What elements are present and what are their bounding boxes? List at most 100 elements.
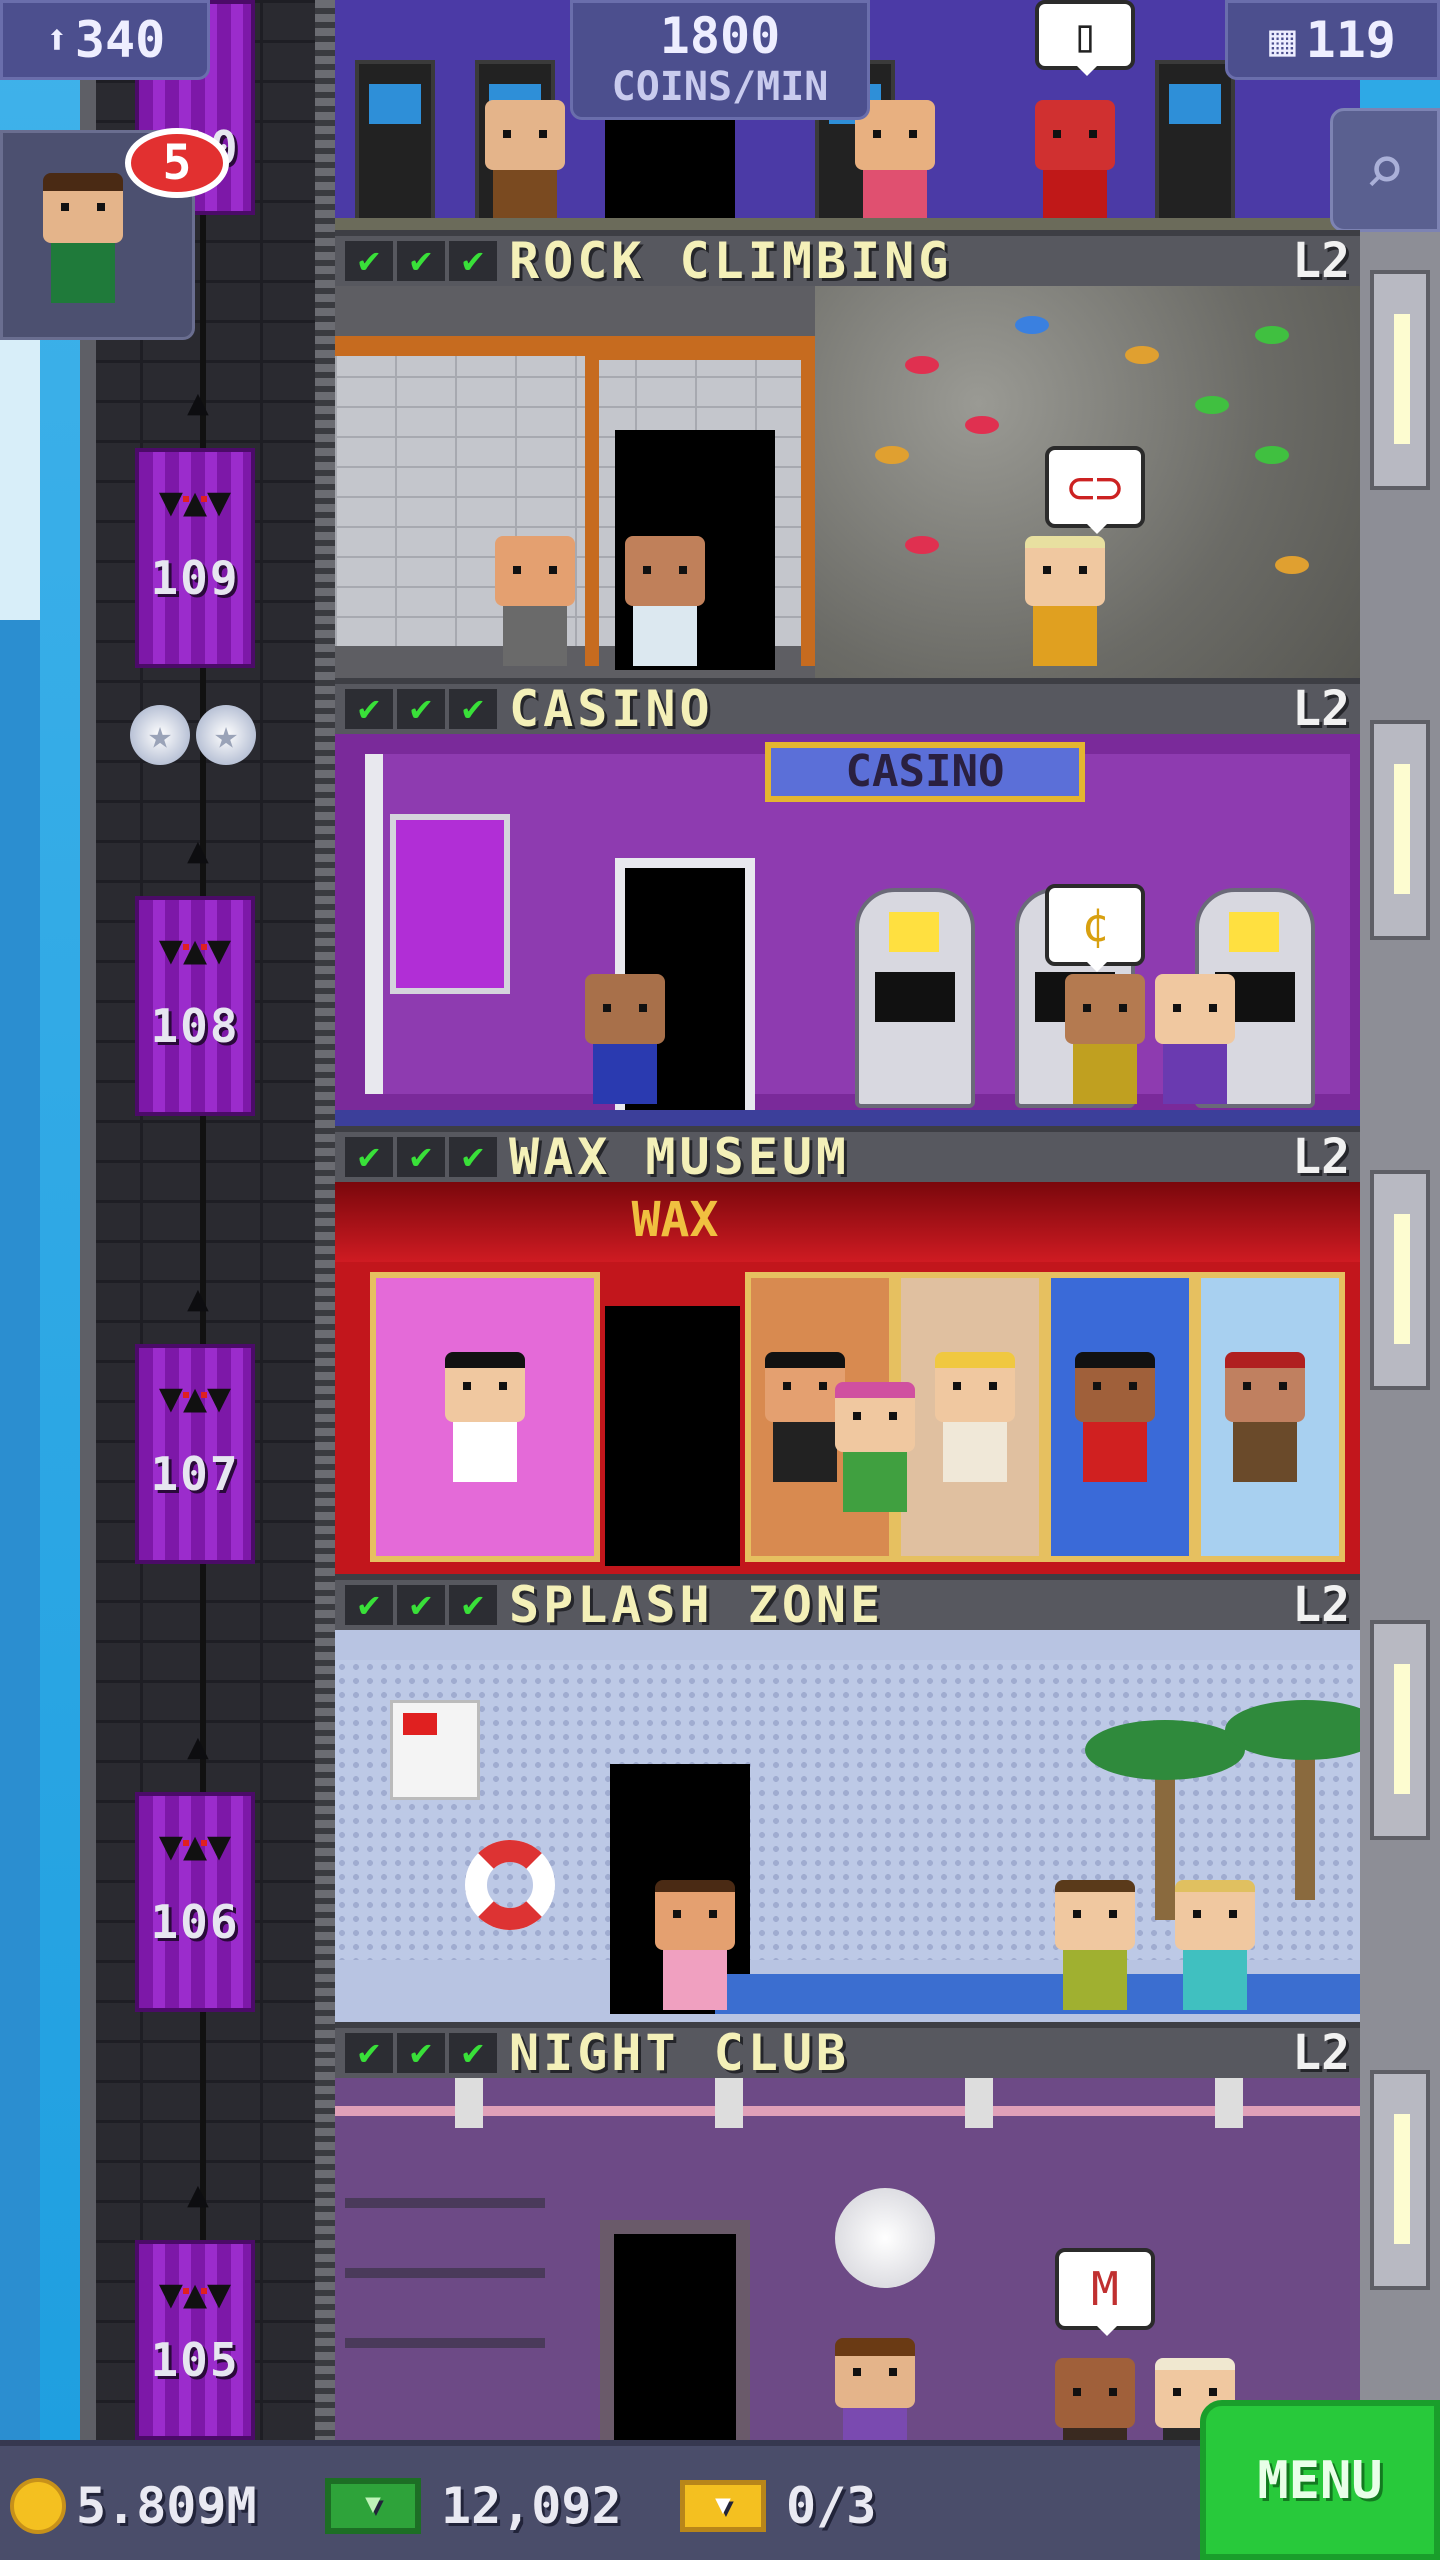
room-interior[interactable]: ⊂⊃	[335, 286, 1360, 678]
cloud	[0, 330, 40, 630]
bitizen[interactable]	[1055, 1880, 1135, 2010]
bitizen[interactable]	[625, 536, 705, 666]
bitizen[interactable]	[1055, 2358, 1135, 2440]
vault-door	[390, 814, 510, 994]
elevator-shaft[interactable]	[80, 0, 335, 2440]
elevator-car-105[interactable]: ▲ ▼▲▼ 105	[135, 2174, 255, 2440]
elevator-floor-number: 107	[150, 1447, 240, 1501]
room-interior[interactable]: WAX	[335, 1182, 1360, 1574]
floor-name: WAX MUSEUM	[509, 1128, 851, 1186]
check-icon: ✔	[397, 2033, 445, 2073]
floor-stars: ★ ★	[130, 705, 256, 765]
floor-level: L2	[1292, 2025, 1350, 2081]
bar-shelf	[345, 2198, 545, 2208]
arcade-machine	[355, 60, 435, 230]
wax-figure	[765, 1352, 845, 1482]
bitizen[interactable]	[835, 1382, 915, 1512]
check-icon: ✔	[449, 689, 497, 729]
vip-bitizen	[43, 173, 123, 303]
climbing-hold	[1255, 446, 1289, 464]
shaft-edge	[80, 0, 96, 2440]
tickets-value: 0/3	[786, 2477, 877, 2535]
coin-bubble[interactable]: ¢	[1045, 884, 1145, 972]
floor-casino[interactable]: ✔ ✔ ✔ CASINO L2 CASINO ¢	[335, 678, 1360, 1126]
tickets-display[interactable]: ▼ 0/3	[680, 2446, 876, 2560]
spotlight	[715, 2078, 743, 2128]
bux-display[interactable]: ▼ 12,092	[325, 2446, 622, 2560]
slot-machine	[855, 888, 975, 1108]
room-interior[interactable]: M	[335, 2078, 1360, 2440]
floor-header: ✔ ✔ ✔ NIGHT CLUB L2	[335, 2022, 1360, 2082]
golden-ticket-icon: ▼	[680, 2480, 766, 2532]
elevator-floor-number: 109	[150, 551, 240, 605]
window	[1370, 2070, 1430, 2290]
menu-button[interactable]: MENU	[1200, 2400, 1440, 2560]
bitizen[interactable]	[1175, 1880, 1255, 2010]
floor-level: L2	[1292, 1577, 1350, 1633]
floor-header: ✔ ✔ ✔ ROCK CLIMBING L2	[335, 230, 1360, 290]
bat-icon: ▼▲▼	[149, 2274, 241, 2314]
floor-rock-climbing[interactable]: ✔ ✔ ✔ ROCK CLIMBING L2 ⊂⊃	[335, 230, 1360, 678]
up-arrow-icon: ▲	[187, 2174, 209, 2215]
casino-sign: CASINO	[765, 742, 1085, 802]
bat-icon: ▼▲▼	[149, 482, 241, 522]
spotlight	[1215, 2078, 1243, 2128]
elevator-floor-number: 105	[150, 2333, 240, 2387]
bitizen[interactable]	[835, 2338, 915, 2440]
stock-checks: ✔ ✔ ✔	[345, 1585, 497, 1625]
star-icon: ★	[196, 705, 256, 765]
room-interior[interactable]: CASINO ¢	[335, 734, 1360, 1126]
coin-icon	[10, 2478, 66, 2534]
up-arrow-icon: ▲	[187, 382, 209, 423]
elevator-door	[600, 2220, 750, 2440]
shaft-bricks	[80, 0, 335, 2440]
floor-level: L2	[1292, 681, 1350, 737]
speech-bubble[interactable]: M	[1055, 2248, 1155, 2336]
elevator-car-107[interactable]: ▲ ▼▲▼ 107	[135, 1278, 255, 1564]
bitizen[interactable]	[495, 536, 575, 666]
search-button[interactable]: ⌕	[1330, 108, 1440, 232]
bux-icon: ▼	[325, 2478, 421, 2534]
arcade-machine	[1155, 60, 1235, 230]
vip-count-badge: 5	[125, 128, 229, 198]
coins-per-min-panel[interactable]: 1800 COINS/MIN	[570, 0, 870, 120]
coins-per-min-label: COINS/MIN	[611, 64, 829, 110]
bitizen[interactable]	[1065, 974, 1145, 1104]
check-icon: ✔	[449, 1137, 497, 1177]
floor-header: ✔ ✔ ✔ CASINO L2	[335, 678, 1360, 738]
speech-bubble[interactable]: ▯	[1035, 0, 1135, 76]
bitizen[interactable]	[1035, 100, 1115, 230]
floor-splash-zone[interactable]: ✔ ✔ ✔ SPLASH ZONE L2	[335, 1574, 1360, 2022]
floor-wax-museum[interactable]: ✔ ✔ ✔ WAX MUSEUM L2 WAX	[335, 1126, 1360, 1574]
room-interior[interactable]	[335, 1630, 1360, 2022]
coins-display[interactable]: 5.809M	[10, 2446, 257, 2560]
population-counter[interactable]: ⬆ 340	[0, 0, 210, 80]
palm-tree	[1085, 1720, 1245, 1920]
check-icon: ✔	[397, 689, 445, 729]
climbing-hold	[905, 356, 939, 374]
elevator-car-108[interactable]: ▲ ▼▲▼ 108	[135, 830, 255, 1116]
window	[1370, 1170, 1430, 1390]
floor-night-club[interactable]: ✔ ✔ ✔ NIGHT CLUB L2 M	[335, 2022, 1360, 2440]
floor-level: L2	[1292, 1129, 1350, 1185]
climbing-hold	[1255, 326, 1289, 344]
climbing-hold	[1015, 316, 1049, 334]
bitizen[interactable]	[1025, 536, 1105, 666]
wax-sign: WAX	[631, 1192, 719, 1248]
bitizen[interactable]	[655, 1880, 735, 2010]
window	[1370, 720, 1430, 940]
bitizen[interactable]	[585, 974, 665, 1104]
floor-header: ✔ ✔ ✔ WAX MUSEUM L2	[335, 1126, 1360, 1186]
stock-checks: ✔ ✔ ✔	[345, 241, 497, 281]
stock-checks: ✔ ✔ ✔	[345, 1137, 497, 1177]
bitizen[interactable]	[485, 100, 565, 230]
bitizen[interactable]	[1155, 974, 1235, 1104]
lifebuoy	[465, 1840, 555, 1930]
pool-water	[715, 1974, 1360, 2014]
elevator-car-109[interactable]: ▲ ▼▲▼ 109	[135, 382, 255, 668]
bitizen[interactable]	[855, 100, 935, 230]
elevator-car-106[interactable]: ▲ ▼▲▼ 106	[135, 1726, 255, 2012]
speech-bubble[interactable]: ⊂⊃	[1045, 446, 1145, 534]
floor-level: L2	[1292, 233, 1350, 289]
floor-counter[interactable]: ▦ 119	[1225, 0, 1440, 80]
